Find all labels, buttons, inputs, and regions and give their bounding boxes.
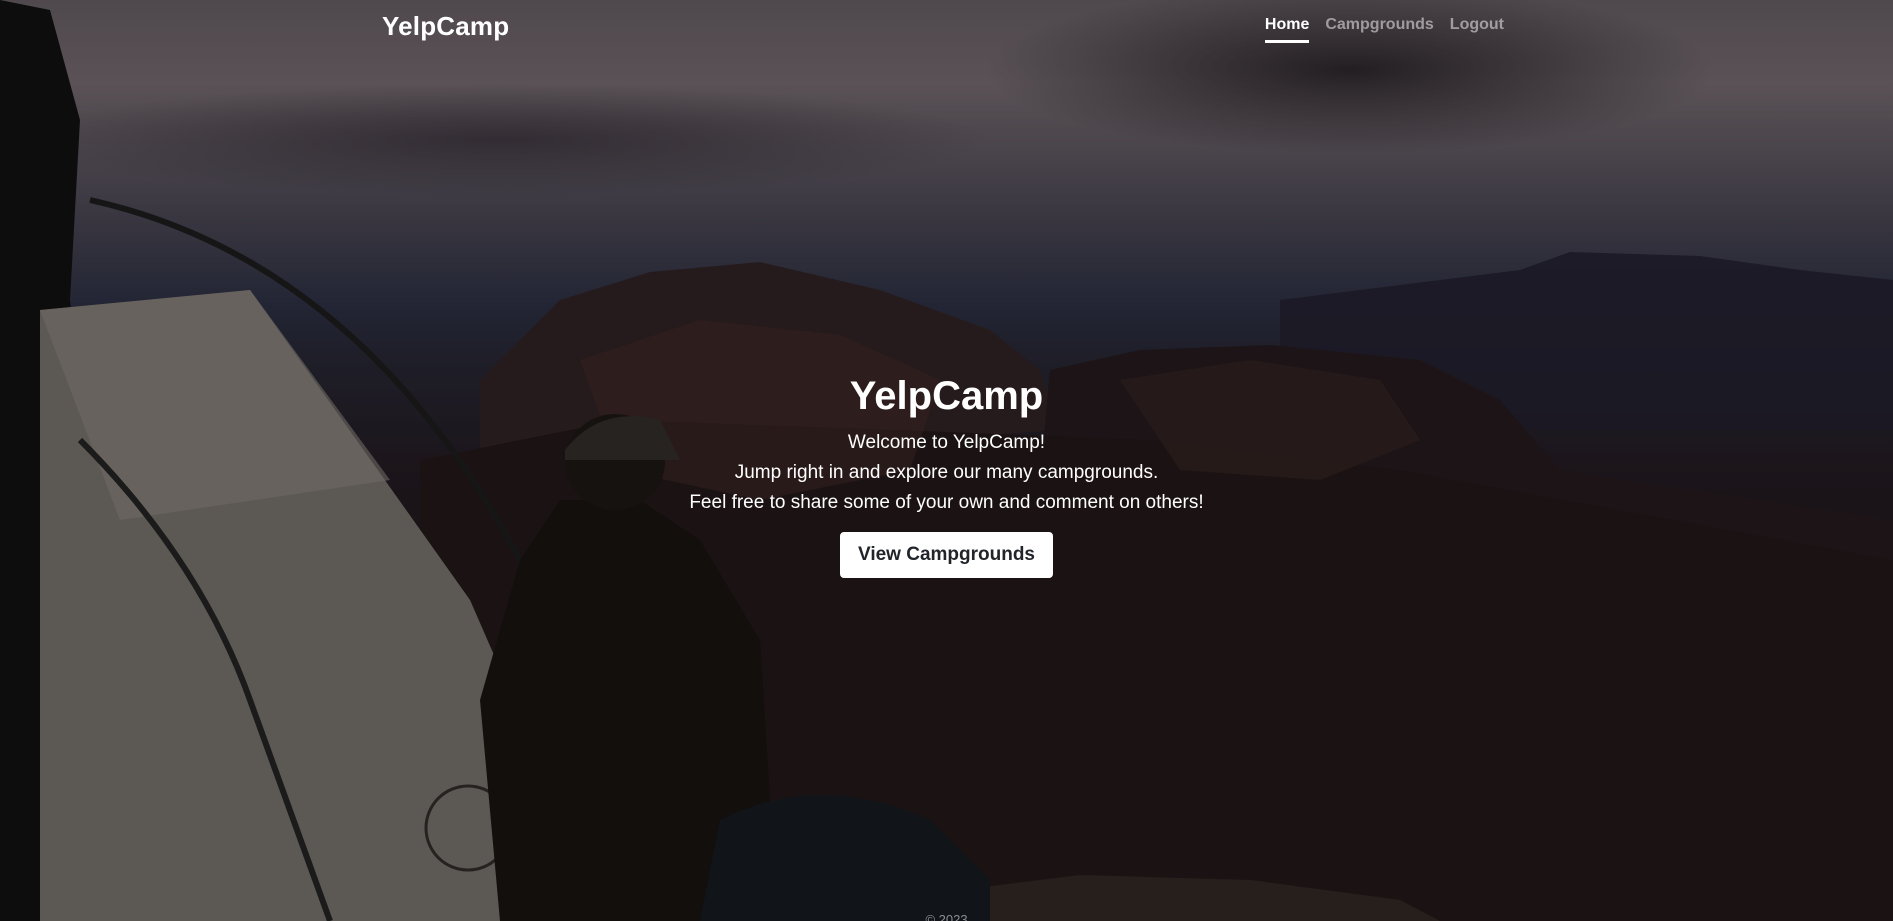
footer-copyright: © 2023: [925, 912, 968, 921]
hero-explore-line: Jump right in and explore our many campg…: [734, 462, 1159, 483]
hero-content: YelpCamp Welcome to YelpCamp! Jump right…: [0, 372, 1893, 578]
footer: © 2023: [0, 912, 1893, 921]
navbar: YelpCamp Home Campgrounds Logout: [0, 0, 1893, 56]
nav-link-home[interactable]: Home: [1264, 16, 1310, 43]
nav-links: Home Campgrounds Logout: [1264, 16, 1504, 43]
nav-link-logout[interactable]: Logout: [1450, 16, 1504, 43]
view-campgrounds-button[interactable]: View Campgrounds: [839, 532, 1053, 578]
nav-link-campgrounds[interactable]: Campgrounds: [1325, 16, 1433, 43]
hero-welcome-line: Welcome to YelpCamp!: [847, 432, 1046, 453]
hero-title: YelpCamp: [849, 374, 1044, 418]
hero-share-line: Feel free to share some of your own and …: [689, 492, 1204, 513]
hero-background: YelpCamp Home Campgrounds Logout YelpCam…: [0, 0, 1893, 921]
brand-logo[interactable]: YelpCamp: [382, 11, 509, 42]
